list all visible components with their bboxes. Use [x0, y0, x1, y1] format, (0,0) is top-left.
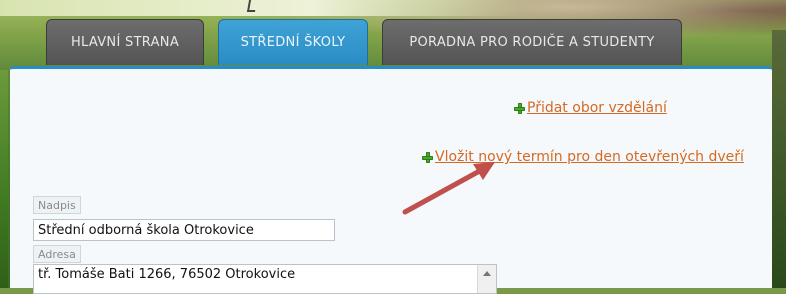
- nadpis-input[interactable]: [33, 219, 335, 241]
- add-field-action[interactable]: Přidat obor vzdělání: [514, 100, 667, 116]
- adresa-field[interactable]: [33, 264, 497, 294]
- scrollbar[interactable]: [477, 265, 496, 293]
- nadpis-label: Nadpis: [33, 196, 81, 214]
- annotation-arrow-shaft: [402, 165, 488, 215]
- annotation-arrow: [402, 162, 495, 215]
- background-field-right: [772, 30, 786, 288]
- adresa-textarea[interactable]: [34, 265, 476, 293]
- plus-icon[interactable]: [514, 102, 525, 114]
- tab-high-schools[interactable]: STŘEDNÍ ŠKOLY: [218, 19, 368, 65]
- background-field-left: [0, 70, 8, 288]
- adresa-label: Adresa: [33, 245, 81, 263]
- scroll-up-icon[interactable]: [483, 271, 491, 276]
- tab-home[interactable]: HLAVNÍ STRANA: [46, 19, 204, 65]
- tab-advice-parents-students[interactable]: PORADNA PRO RODIČE A STUDENTY: [382, 19, 682, 65]
- header-sky: [0, 0, 520, 16]
- add-field-link[interactable]: Přidat obor vzdělání: [527, 100, 667, 116]
